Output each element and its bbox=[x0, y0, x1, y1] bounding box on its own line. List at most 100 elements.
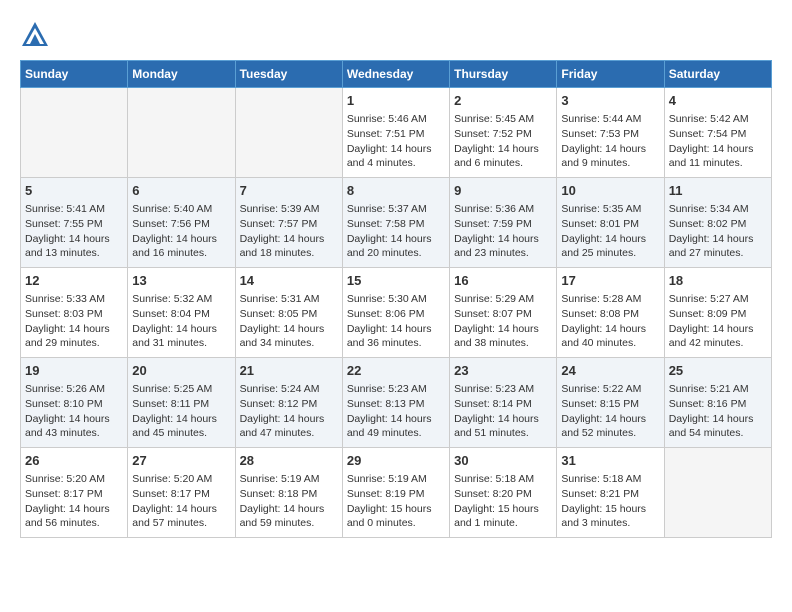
calendar-day-21: 21 Sunrise: 5:24 AM Sunset: 8:12 PM Dayli… bbox=[235, 358, 342, 448]
calendar-day-11: 11 Sunrise: 5:34 AM Sunset: 8:02 PM Dayli… bbox=[664, 178, 771, 268]
day-info: Sunrise: 5:27 AM Sunset: 8:09 PM Dayligh… bbox=[669, 293, 754, 349]
day-number: 13 bbox=[132, 272, 230, 290]
day-info: Sunrise: 5:46 AM Sunset: 7:51 PM Dayligh… bbox=[347, 113, 432, 169]
day-number: 5 bbox=[25, 182, 123, 200]
calendar-day-3: 3 Sunrise: 5:44 AM Sunset: 7:53 PM Daylig… bbox=[557, 88, 664, 178]
calendar-day-22: 22Sunrise: 5:23 AM Sunset: 8:13 PM Dayli… bbox=[342, 358, 449, 448]
day-info: Sunrise: 5:39 AM Sunset: 7:57 PM Dayligh… bbox=[240, 203, 325, 259]
day-info: Sunrise: 5:18 AM Sunset: 8:21 PM Dayligh… bbox=[561, 473, 646, 529]
day-number: 2 bbox=[454, 92, 552, 110]
day-number: 18 bbox=[669, 272, 767, 290]
calendar-week-row: 26 Sunrise: 5:20 AM Sunset: 8:17 PM Dayli… bbox=[21, 448, 772, 538]
calendar-table: SundayMondayTuesdayWednesdayThursdayFrid… bbox=[20, 60, 772, 538]
day-info: Sunrise: 5:34 AM Sunset: 8:02 PM Dayligh… bbox=[669, 203, 754, 259]
day-info: Sunrise: 5:42 AM Sunset: 7:54 PM Dayligh… bbox=[669, 113, 754, 169]
calendar-day-24: 24 Sunrise: 5:22 AM Sunset: 8:15 PM Dayli… bbox=[557, 358, 664, 448]
header-wednesday: Wednesday bbox=[342, 61, 449, 88]
calendar-day-15: 15 Sunrise: 5:30 AM Sunset: 8:06 PM Dayli… bbox=[342, 268, 449, 358]
day-info: Sunrise: 5:32 AM Sunset: 8:04 PM Dayligh… bbox=[132, 293, 217, 349]
day-number: 25 bbox=[669, 362, 767, 380]
calendar-day-20: 20Sunrise: 5:25 AM Sunset: 8:11 PM Dayli… bbox=[128, 358, 235, 448]
day-number: 27 bbox=[132, 452, 230, 470]
calendar-day-18: 18 Sunrise: 5:27 AM Sunset: 8:09 PM Dayli… bbox=[664, 268, 771, 358]
day-info: Sunrise: 5:44 AM Sunset: 7:53 PM Dayligh… bbox=[561, 113, 646, 169]
calendar-day-9: 9 Sunrise: 5:36 AM Sunset: 7:59 PM Daylig… bbox=[450, 178, 557, 268]
day-info: Sunrise: 5:35 AM Sunset: 8:01 PM Dayligh… bbox=[561, 203, 646, 259]
day-info: Sunrise: 5:26 AM Sunset: 8:10 PM Dayligh… bbox=[25, 383, 110, 439]
calendar-day-26: 26 Sunrise: 5:20 AM Sunset: 8:17 PM Dayli… bbox=[21, 448, 128, 538]
day-info: Sunrise: 5:29 AM Sunset: 8:07 PM Dayligh… bbox=[454, 293, 539, 349]
day-number: 19 bbox=[25, 362, 123, 380]
day-info: Sunrise: 5:45 AM Sunset: 7:52 PM Dayligh… bbox=[454, 113, 539, 169]
day-number: 24 bbox=[561, 362, 659, 380]
day-info: Sunrise: 5:21 AM Sunset: 8:16 PM Dayligh… bbox=[669, 383, 754, 439]
page-header bbox=[20, 20, 772, 50]
day-number: 31 bbox=[561, 452, 659, 470]
day-number: 14 bbox=[240, 272, 338, 290]
day-info: Sunrise: 5:20 AM Sunset: 8:17 PM Dayligh… bbox=[25, 473, 110, 529]
calendar-day-1: 1 Sunrise: 5:46 AM Sunset: 7:51 PM Daylig… bbox=[342, 88, 449, 178]
day-number: 15 bbox=[347, 272, 445, 290]
calendar-header-row: SundayMondayTuesdayWednesdayThursdayFrid… bbox=[21, 61, 772, 88]
day-info: Sunrise: 5:41 AM Sunset: 7:55 PM Dayligh… bbox=[25, 203, 110, 259]
calendar-day-10: 10 Sunrise: 5:35 AM Sunset: 8:01 PM Dayli… bbox=[557, 178, 664, 268]
day-number: 10 bbox=[561, 182, 659, 200]
day-number: 26 bbox=[25, 452, 123, 470]
calendar-day-16: 16 Sunrise: 5:29 AM Sunset: 8:07 PM Dayli… bbox=[450, 268, 557, 358]
day-info: Sunrise: 5:18 AM Sunset: 8:20 PM Dayligh… bbox=[454, 473, 539, 529]
calendar-week-row: 5 Sunrise: 5:41 AM Sunset: 7:55 PM Daylig… bbox=[21, 178, 772, 268]
calendar-day-17: 17Sunrise: 5:28 AM Sunset: 8:08 PM Dayli… bbox=[557, 268, 664, 358]
day-info: Sunrise: 5:24 AM Sunset: 8:12 PM Dayligh… bbox=[240, 383, 325, 439]
calendar-day-29: 29 Sunrise: 5:19 AM Sunset: 8:19 PM Dayli… bbox=[342, 448, 449, 538]
header-monday: Monday bbox=[128, 61, 235, 88]
calendar-day-5: 5 Sunrise: 5:41 AM Sunset: 7:55 PM Daylig… bbox=[21, 178, 128, 268]
day-info: Sunrise: 5:25 AM Sunset: 8:11 PM Dayligh… bbox=[132, 383, 217, 439]
day-info: Sunrise: 5:37 AM Sunset: 7:58 PM Dayligh… bbox=[347, 203, 432, 259]
day-number: 16 bbox=[454, 272, 552, 290]
calendar-empty-cell bbox=[235, 88, 342, 178]
day-info: Sunrise: 5:19 AM Sunset: 8:18 PM Dayligh… bbox=[240, 473, 325, 529]
calendar-day-25: 25 Sunrise: 5:21 AM Sunset: 8:16 PM Dayli… bbox=[664, 358, 771, 448]
calendar-day-27: 27 Sunrise: 5:20 AM Sunset: 8:17 PM Dayli… bbox=[128, 448, 235, 538]
day-info: Sunrise: 5:36 AM Sunset: 7:59 PM Dayligh… bbox=[454, 203, 539, 259]
calendar-day-8: 8 Sunrise: 5:37 AM Sunset: 7:58 PM Daylig… bbox=[342, 178, 449, 268]
calendar-empty-cell bbox=[664, 448, 771, 538]
calendar-day-19: 19 Sunrise: 5:26 AM Sunset: 8:10 PM Dayli… bbox=[21, 358, 128, 448]
logo-icon bbox=[20, 20, 50, 50]
calendar-empty-cell bbox=[21, 88, 128, 178]
header-saturday: Saturday bbox=[664, 61, 771, 88]
day-number: 29 bbox=[347, 452, 445, 470]
calendar-empty-cell bbox=[128, 88, 235, 178]
day-number: 11 bbox=[669, 182, 767, 200]
day-info: Sunrise: 5:28 AM Sunset: 8:08 PM Dayligh… bbox=[561, 293, 646, 349]
day-info: Sunrise: 5:22 AM Sunset: 8:15 PM Dayligh… bbox=[561, 383, 646, 439]
day-number: 4 bbox=[669, 92, 767, 110]
calendar-week-row: 19 Sunrise: 5:26 AM Sunset: 8:10 PM Dayli… bbox=[21, 358, 772, 448]
calendar-day-13: 13 Sunrise: 5:32 AM Sunset: 8:04 PM Dayli… bbox=[128, 268, 235, 358]
logo bbox=[20, 20, 54, 50]
calendar-day-6: 6Sunrise: 5:40 AM Sunset: 7:56 PM Daylig… bbox=[128, 178, 235, 268]
day-number: 3 bbox=[561, 92, 659, 110]
day-number: 9 bbox=[454, 182, 552, 200]
day-number: 1 bbox=[347, 92, 445, 110]
day-info: Sunrise: 5:20 AM Sunset: 8:17 PM Dayligh… bbox=[132, 473, 217, 529]
calendar-day-14: 14 Sunrise: 5:31 AM Sunset: 8:05 PM Dayli… bbox=[235, 268, 342, 358]
calendar-week-row: 1 Sunrise: 5:46 AM Sunset: 7:51 PM Daylig… bbox=[21, 88, 772, 178]
header-thursday: Thursday bbox=[450, 61, 557, 88]
day-info: Sunrise: 5:33 AM Sunset: 8:03 PM Dayligh… bbox=[25, 293, 110, 349]
header-friday: Friday bbox=[557, 61, 664, 88]
day-number: 8 bbox=[347, 182, 445, 200]
day-number: 30 bbox=[454, 452, 552, 470]
calendar-day-12: 12 Sunrise: 5:33 AM Sunset: 8:03 PM Dayli… bbox=[21, 268, 128, 358]
calendar-day-4: 4 Sunrise: 5:42 AM Sunset: 7:54 PM Daylig… bbox=[664, 88, 771, 178]
day-number: 23 bbox=[454, 362, 552, 380]
calendar-day-2: 2 Sunrise: 5:45 AM Sunset: 7:52 PM Daylig… bbox=[450, 88, 557, 178]
day-info: Sunrise: 5:31 AM Sunset: 8:05 PM Dayligh… bbox=[240, 293, 325, 349]
day-info: Sunrise: 5:19 AM Sunset: 8:19 PM Dayligh… bbox=[347, 473, 432, 529]
day-number: 12 bbox=[25, 272, 123, 290]
day-number: 22 bbox=[347, 362, 445, 380]
day-number: 6 bbox=[132, 182, 230, 200]
header-tuesday: Tuesday bbox=[235, 61, 342, 88]
day-info: Sunrise: 5:30 AM Sunset: 8:06 PM Dayligh… bbox=[347, 293, 432, 349]
day-number: 21 bbox=[240, 362, 338, 380]
